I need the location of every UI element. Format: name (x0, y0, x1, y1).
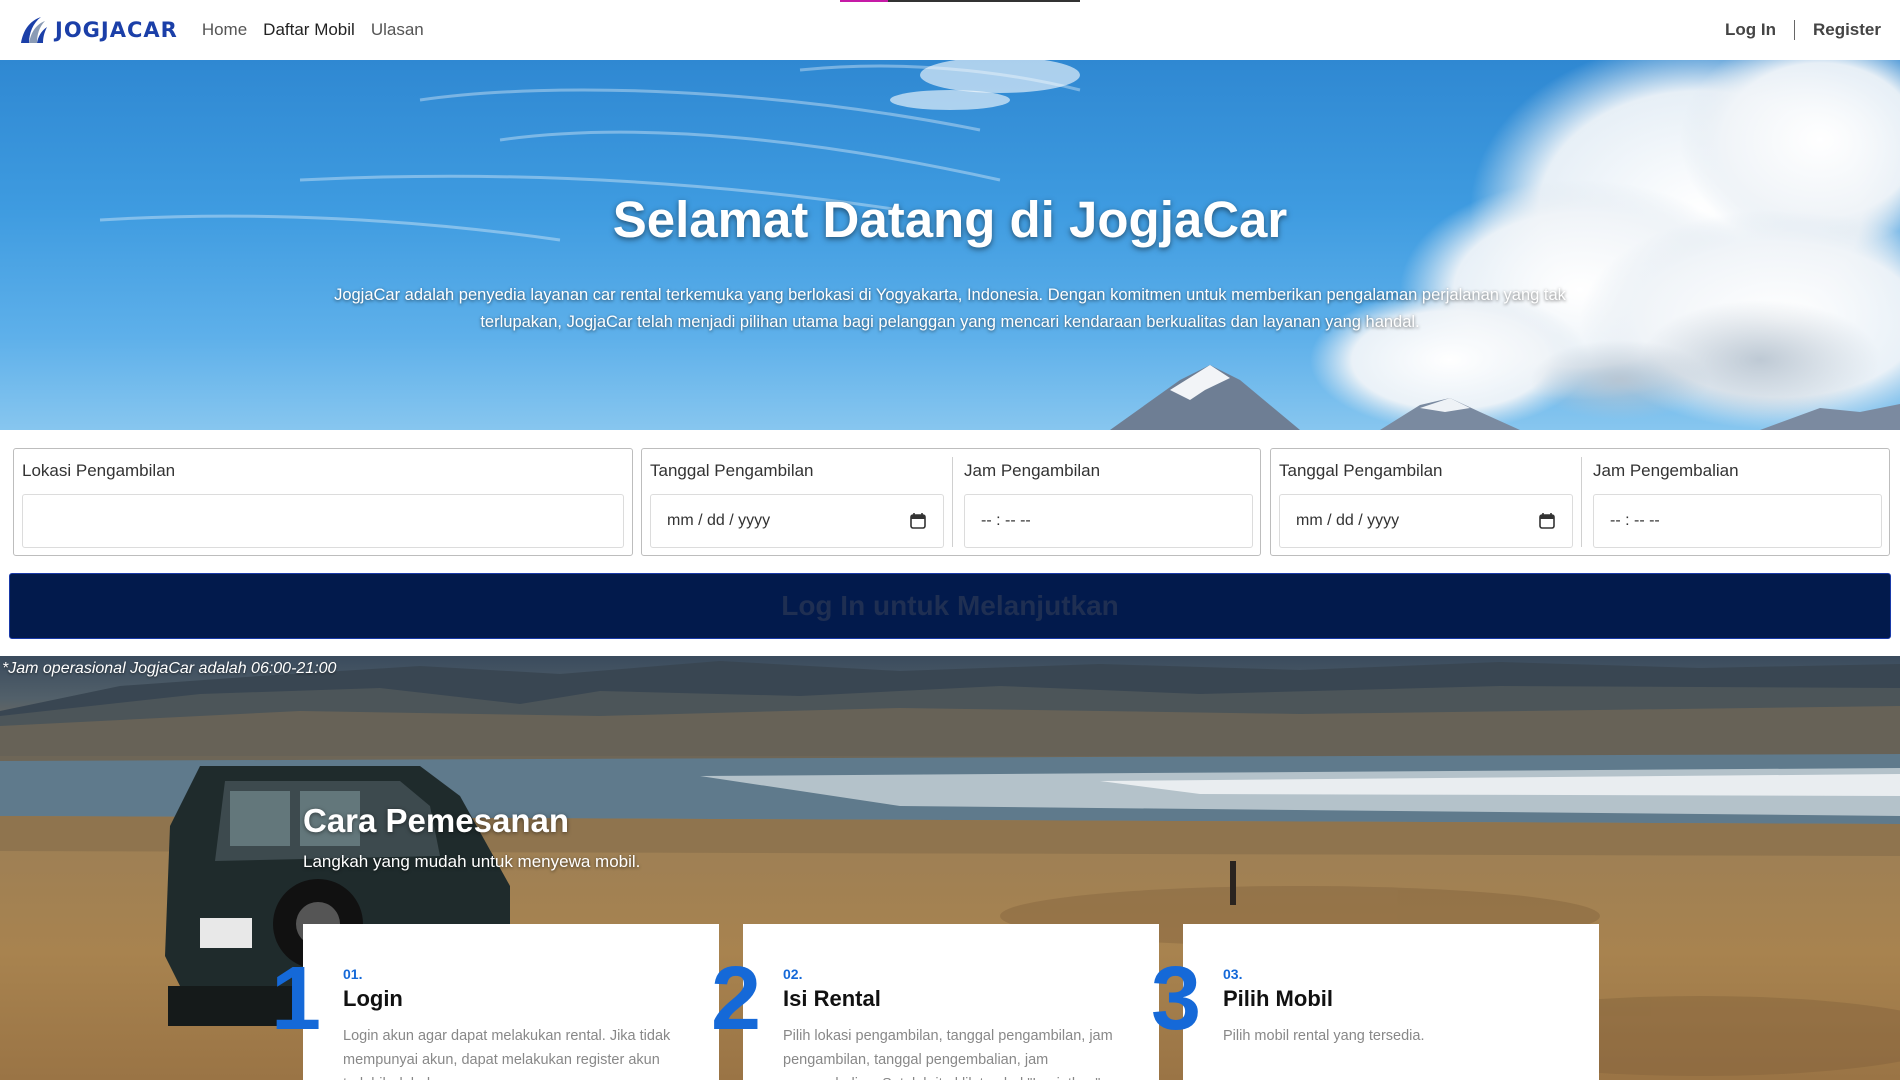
step-title: Login (343, 986, 403, 1011)
step-card-login: 1 01. Login Login akun agar dapat melaku… (271, 924, 719, 1080)
pickup-date-cell: Tanggal Pengambilan mm / dd / yyyy (642, 449, 952, 555)
return-date-label: Tanggal Pengambilan (1279, 461, 1443, 480)
pickup-time-input[interactable]: -- : -- -- (964, 494, 1253, 548)
step-number: 02. (783, 966, 803, 982)
pickup-date-value: mm / dd / yyyy (667, 512, 771, 529)
hero-title: Selamat Datang di JogjaCar (612, 191, 1288, 248)
how-to-order-subtitle: Langkah yang mudah untuk menyewa mobil. (303, 852, 641, 871)
brand-name: JOGJACAR (55, 18, 178, 42)
step-big-number: 3 (1151, 949, 1202, 1049)
step-title: Isi Rental (783, 986, 881, 1011)
loading-progress-bar (840, 0, 1080, 2)
nav-ulasan[interactable]: Ulasan (371, 20, 424, 40)
pickup-group: Tanggal Pengambilan mm / dd / yyyy Jam P… (641, 448, 1261, 556)
nav-daftar-mobil[interactable]: Daftar Mobil (263, 20, 355, 40)
step-big-number: 2 (711, 949, 762, 1049)
return-date-cell: Tanggal Pengambilan mm / dd / yyyy (1271, 449, 1581, 555)
brand-icon (21, 17, 47, 43)
location-input[interactable] (22, 494, 624, 548)
booking-form: Lokasi Pengambilan Tanggal Pengambilan m… (0, 430, 1900, 656)
step-text: Pilih lokasi pengambilan, tanggal pengam… (783, 1028, 1113, 1080)
step-big-number: 1 (271, 949, 322, 1049)
location-cell: Lokasi Pengambilan (14, 449, 632, 555)
location-group: Lokasi Pengambilan (13, 448, 633, 556)
nav-home[interactable]: Home (202, 20, 247, 40)
register-link[interactable]: Register (1813, 20, 1881, 40)
pickup-date-label: Tanggal Pengambilan (650, 461, 814, 480)
return-date-input[interactable]: mm / dd / yyyy (1279, 494, 1573, 548)
how-to-order-title: Cara Pemesanan (303, 802, 569, 839)
step-number: 01. (343, 966, 363, 982)
step-text: Pilih mobil rental yang tersedia. (1223, 1028, 1425, 1044)
return-date-value: mm / dd / yyyy (1296, 512, 1400, 529)
step-text: Login akun agar dapat melakukan rental. … (343, 1028, 671, 1080)
step-card-isi-rental: 2 02. Isi Rental Pilih lokasi pengambila… (711, 924, 1159, 1080)
field-divider (952, 457, 953, 547)
return-time-label: Jam Pengembalian (1593, 461, 1739, 480)
pickup-date-input[interactable]: mm / dd / yyyy (650, 494, 944, 548)
step-number: 03. (1223, 966, 1243, 982)
hero-description: JogjaCar adalah penyedia layanan car ren… (334, 286, 1566, 331)
step-card-pilih-mobil: 3 03. Pilih Mobil Pilih mobil rental yan… (1151, 924, 1599, 1080)
return-time-input[interactable]: -- : -- -- (1593, 494, 1882, 548)
return-time-cell: Jam Pengembalian -- : -- -- (1585, 449, 1890, 555)
how-to-order-section: *Jam operasional JogjaCar adalah 06:00-2… (0, 656, 1900, 1080)
field-divider (1581, 457, 1582, 547)
top-navbar: JOGJACAR Home Daftar Mobil Ulasan Log In… (0, 0, 1900, 60)
calendar-icon[interactable] (1538, 512, 1556, 530)
brand-logo[interactable]: JOGJACAR (15, 13, 178, 47)
calendar-icon[interactable] (909, 512, 927, 530)
login-link[interactable]: Log In (1725, 20, 1776, 40)
step-title: Pilih Mobil (1223, 986, 1333, 1011)
nav-divider (1793, 20, 1795, 40)
main-nav: Home Daftar Mobil Ulasan (202, 20, 424, 40)
pickup-time-label: Jam Pengambilan (964, 461, 1101, 480)
hero-banner: Selamat Datang di JogjaCar JogjaCar adal… (0, 60, 1900, 430)
login-to-continue-button[interactable]: Log In untuk Melanjutkan (9, 573, 1891, 639)
pickup-time-cell: Jam Pengambilan -- : -- -- (956, 449, 1261, 555)
return-group: Tanggal Pengambilan mm / dd / yyyy Jam P… (1270, 448, 1890, 556)
operational-hours-note: *Jam operasional JogjaCar adalah 06:00-2… (2, 660, 337, 677)
location-label: Lokasi Pengambilan (22, 461, 176, 480)
auth-links: Log In Register (1725, 20, 1885, 40)
